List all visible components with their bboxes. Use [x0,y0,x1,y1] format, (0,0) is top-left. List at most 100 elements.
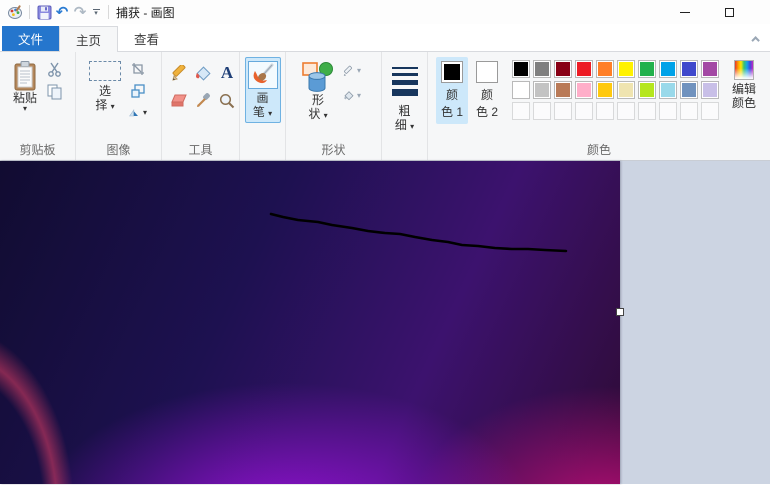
title-bar: ↶ ↷ ▾ 捕获 - 画图 [0,0,770,24]
group-size: 粗 细 ▾ [382,52,428,160]
color2-button[interactable]: 颜 色 2 [471,57,503,124]
size-button[interactable]: 粗 细 ▾ [387,57,423,136]
tab-home[interactable]: 主页 [59,26,119,52]
palette-swatch[interactable] [659,81,677,99]
palette-swatch[interactable] [596,60,614,78]
eyedropper-icon [197,93,210,107]
crop-button[interactable] [129,61,147,77]
palette-swatch-empty[interactable] [554,102,572,120]
brush-icon [253,63,273,84]
palette-swatch[interactable] [638,60,656,78]
palette-swatch-empty[interactable] [533,102,551,120]
group-clipboard: 粘贴 ▾ 剪贴板 [0,52,76,160]
palette-swatch[interactable] [701,81,719,99]
line-thickness-icon [391,67,418,96]
palette-swatch[interactable] [638,81,656,99]
color1-button[interactable]: 颜 色 1 [436,57,468,124]
redo-icon[interactable]: ↷ [71,3,89,21]
shape-fill-bucket-icon [344,90,354,100]
edit-colors-button[interactable]: 编辑 颜色 [723,57,765,110]
palette-swatch[interactable] [575,81,593,99]
text-tool-button[interactable]: A [216,61,238,85]
group-label-tools: 工具 [188,143,213,157]
palette-swatch-empty[interactable] [617,102,635,120]
color-palette [512,60,719,120]
color2-swatch [476,61,498,83]
dropdown-icon: ▾ [142,108,147,117]
palette-swatch-empty[interactable] [638,102,656,120]
dropdown-icon: ▾ [356,91,361,100]
paint-app-icon[interactable] [6,3,24,21]
dropdown-icon: ▾ [323,111,328,120]
window-title: 捕获 - 画图 [116,5,175,20]
color1-swatch [441,61,463,83]
save-icon[interactable] [35,3,53,21]
palette-swatch[interactable] [533,81,551,99]
pencil-tool-button[interactable] [168,61,190,85]
rotate-icon [129,109,138,117]
palette-swatch-empty[interactable] [596,102,614,120]
palette-swatch[interactable] [680,60,698,78]
paste-button[interactable]: 粘贴 ▾ [8,57,42,117]
eraser-tool-button[interactable] [168,89,190,113]
dropdown-icon: ▾ [410,122,415,131]
pencil-icon [171,64,185,81]
divider [108,5,109,19]
palette-swatch[interactable] [533,60,551,78]
fill-tool-button[interactable] [192,61,214,85]
shape-fill-button[interactable]: ▾ [343,88,361,104]
palette-swatch[interactable] [701,60,719,78]
maximize-icon [725,7,734,17]
collapse-ribbon-button[interactable] [750,33,764,45]
palette-swatch[interactable] [554,81,572,99]
color-picker-tool-button[interactable] [192,89,214,113]
palette-swatch[interactable] [575,60,593,78]
copy-icon [47,84,62,100]
group-label-colors: 颜色 [586,143,611,157]
shapes-button[interactable]: 形 状 ▾ [296,57,340,125]
brushes-button[interactable]: 画 笔 ▾ [244,57,281,123]
shape-outline-button[interactable]: ▾ [343,63,361,79]
magnifier-tool-button[interactable] [216,89,238,113]
resize-button[interactable] [129,83,147,99]
paint-workspace [0,161,770,484]
scissors-icon [47,62,61,77]
tab-file[interactable]: 文件 [2,26,60,51]
palette-swatch[interactable] [512,81,530,99]
group-label-clipboard: 剪贴板 [19,143,56,157]
group-label-shapes: 形状 [321,143,346,157]
maximize-button[interactable] [707,0,752,24]
dropdown-icon: ▾ [23,104,28,113]
palette-swatch[interactable] [617,81,635,99]
copy-button[interactable] [45,84,63,100]
palette-swatch-empty[interactable] [512,102,530,120]
palette-swatch[interactable] [596,81,614,99]
palette-swatch[interactable] [617,60,635,78]
quick-access-dropdown-icon[interactable]: ▾ [89,8,103,17]
dropdown-icon: ▾ [356,66,361,75]
palette-swatch[interactable] [659,60,677,78]
drawn-stroke-layer [269,212,568,253]
fill-bucket-icon [196,65,211,81]
palette-swatch[interactable] [680,81,698,99]
chevron-up-icon [751,36,760,45]
palette-swatch[interactable] [554,60,572,78]
rotate-button[interactable]: ▾ [129,105,147,121]
crop-icon [132,63,144,75]
palette-swatch[interactable] [512,60,530,78]
palette-swatch-empty[interactable] [575,102,593,120]
eraser-icon [171,94,187,107]
tab-view[interactable]: 查看 [118,26,175,51]
group-shapes: 形 状 ▾ ▾ ▾ 形状 [286,52,382,160]
palette-swatch-empty[interactable] [680,102,698,120]
minimize-button[interactable] [662,0,707,24]
palette-swatch-empty[interactable] [659,102,677,120]
drawing-canvas[interactable] [0,161,620,484]
group-tools: A 工具 [162,52,240,160]
select-button[interactable]: 选 择 ▾ [84,57,126,116]
cut-button[interactable] [45,61,63,77]
group-image: 选 择 ▾ ▾ 图像 [76,52,162,160]
palette-swatch-empty[interactable] [701,102,719,120]
canvas-resize-handle[interactable] [616,308,624,316]
undo-icon[interactable]: ↶ [53,3,71,21]
